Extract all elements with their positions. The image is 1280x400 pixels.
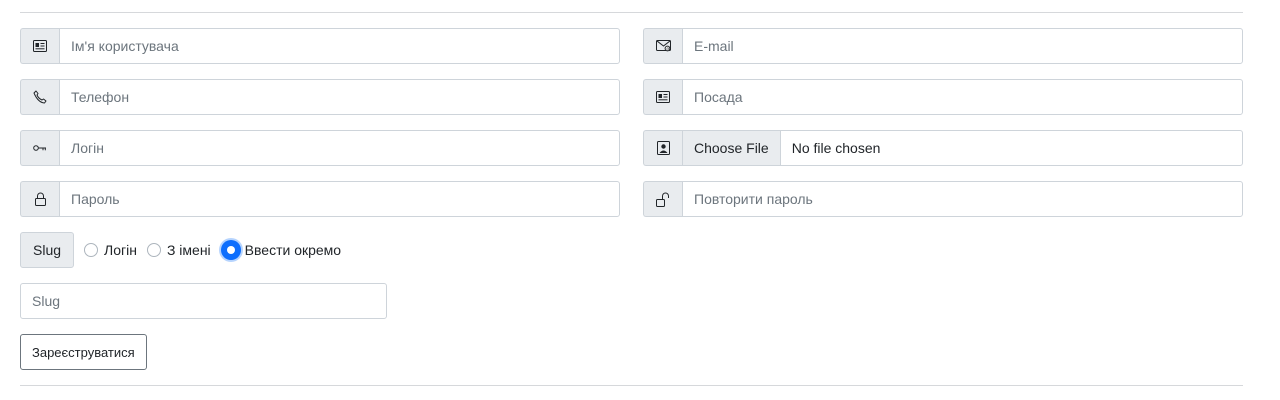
position-group bbox=[643, 79, 1243, 115]
radio-button[interactable] bbox=[84, 243, 99, 257]
key-icon bbox=[20, 130, 59, 166]
phone-group bbox=[20, 79, 620, 115]
file-input[interactable]: Choose File No file chosen bbox=[682, 130, 1243, 166]
login-group bbox=[20, 130, 620, 166]
radio-button-checked[interactable] bbox=[220, 240, 241, 260]
slug-input[interactable] bbox=[20, 283, 387, 319]
person-badge-icon bbox=[643, 130, 682, 166]
password-input[interactable] bbox=[59, 181, 620, 217]
telephone-icon bbox=[20, 79, 59, 115]
phone-input[interactable] bbox=[59, 79, 620, 115]
lock-icon bbox=[20, 181, 59, 217]
email-group: @ bbox=[643, 28, 1243, 64]
bottom-divider bbox=[20, 385, 1243, 386]
slug-option-login[interactable]: Логін bbox=[84, 242, 137, 258]
radio-label: З імені bbox=[166, 242, 211, 258]
slug-option-manual[interactable]: Ввести окремо bbox=[220, 240, 342, 260]
radio-label: Логін bbox=[104, 242, 137, 258]
login-input[interactable] bbox=[59, 130, 620, 166]
position-input[interactable] bbox=[682, 79, 1243, 115]
radio-button[interactable] bbox=[146, 243, 161, 257]
username-input[interactable] bbox=[59, 28, 620, 64]
photo-group: Choose File No file chosen bbox=[643, 130, 1243, 166]
choose-file-button[interactable]: Choose File bbox=[683, 131, 781, 165]
password-repeat-group bbox=[643, 181, 1243, 217]
slug-label: Slug bbox=[20, 232, 75, 268]
radio-label: Ввести окремо bbox=[244, 242, 342, 258]
password-group bbox=[20, 181, 620, 217]
email-input[interactable] bbox=[682, 28, 1243, 64]
top-divider bbox=[20, 12, 1243, 13]
envelope-icon: @ bbox=[643, 28, 682, 64]
id-card-icon bbox=[643, 79, 682, 115]
svg-text:@: @ bbox=[666, 46, 670, 51]
password-repeat-input[interactable] bbox=[682, 181, 1243, 217]
slug-option-name[interactable]: З імені bbox=[146, 242, 211, 258]
slug-options: Slug Логін З імені Ввести окремо bbox=[20, 232, 341, 268]
username-group bbox=[20, 28, 620, 64]
file-status: No file chosen bbox=[791, 140, 881, 156]
unlock-icon bbox=[643, 181, 682, 217]
register-button[interactable]: Зареєструватися bbox=[20, 334, 147, 370]
id-card-icon bbox=[20, 28, 59, 64]
